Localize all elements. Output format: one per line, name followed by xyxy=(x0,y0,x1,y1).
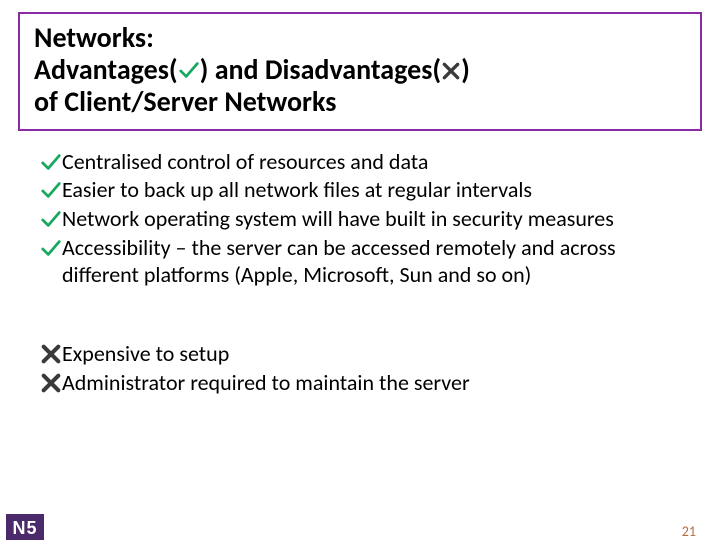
logo-badge: N5 xyxy=(6,514,44,540)
logo-text: N5 xyxy=(12,518,37,540)
title-line-3: of Client/Server Networks xyxy=(34,86,686,118)
disadvantage-text: Administrator required to maintain the s… xyxy=(62,370,680,397)
advantage-item: Easier to back up all network files at r… xyxy=(40,177,680,204)
advantage-item: Accessibility – the server can be access… xyxy=(40,235,680,289)
tick-icon xyxy=(40,179,62,201)
title-part-a: Advantages( xyxy=(34,52,178,87)
cross-icon xyxy=(40,343,62,365)
cross-icon xyxy=(40,372,62,394)
advantage-item: Centralised control of resources and dat… xyxy=(40,149,680,176)
disadvantage-item: Expensive to setup xyxy=(40,341,680,368)
title-line-1: Networks: xyxy=(34,22,686,54)
title-line-2: Advantages( ) and Disadvantages() xyxy=(34,54,686,86)
advantage-item: Network operating system will have built… xyxy=(40,206,680,233)
cross-icon xyxy=(441,61,461,81)
disadvantage-text: Expensive to setup xyxy=(62,341,680,368)
content-area: Centralised control of resources and dat… xyxy=(0,131,720,397)
title-part-c: ) xyxy=(461,52,470,87)
tick-icon xyxy=(40,237,62,259)
advantage-text: Easier to back up all network files at r… xyxy=(62,177,680,204)
advantage-text: Centralised control of resources and dat… xyxy=(62,149,680,176)
title-box: Networks: Advantages( ) and Disadvantages… xyxy=(18,12,702,131)
tick-icon xyxy=(40,151,62,173)
disadvantage-item: Administrator required to maintain the s… xyxy=(40,370,680,397)
page-number: 21 xyxy=(682,523,696,540)
title-part-b: ) and Disadvantages( xyxy=(200,52,441,87)
tick-icon xyxy=(178,59,200,81)
advantage-text: Network operating system will have built… xyxy=(62,206,680,233)
advantage-text: Accessibility – the server can be access… xyxy=(62,235,680,289)
tick-icon xyxy=(40,208,62,230)
